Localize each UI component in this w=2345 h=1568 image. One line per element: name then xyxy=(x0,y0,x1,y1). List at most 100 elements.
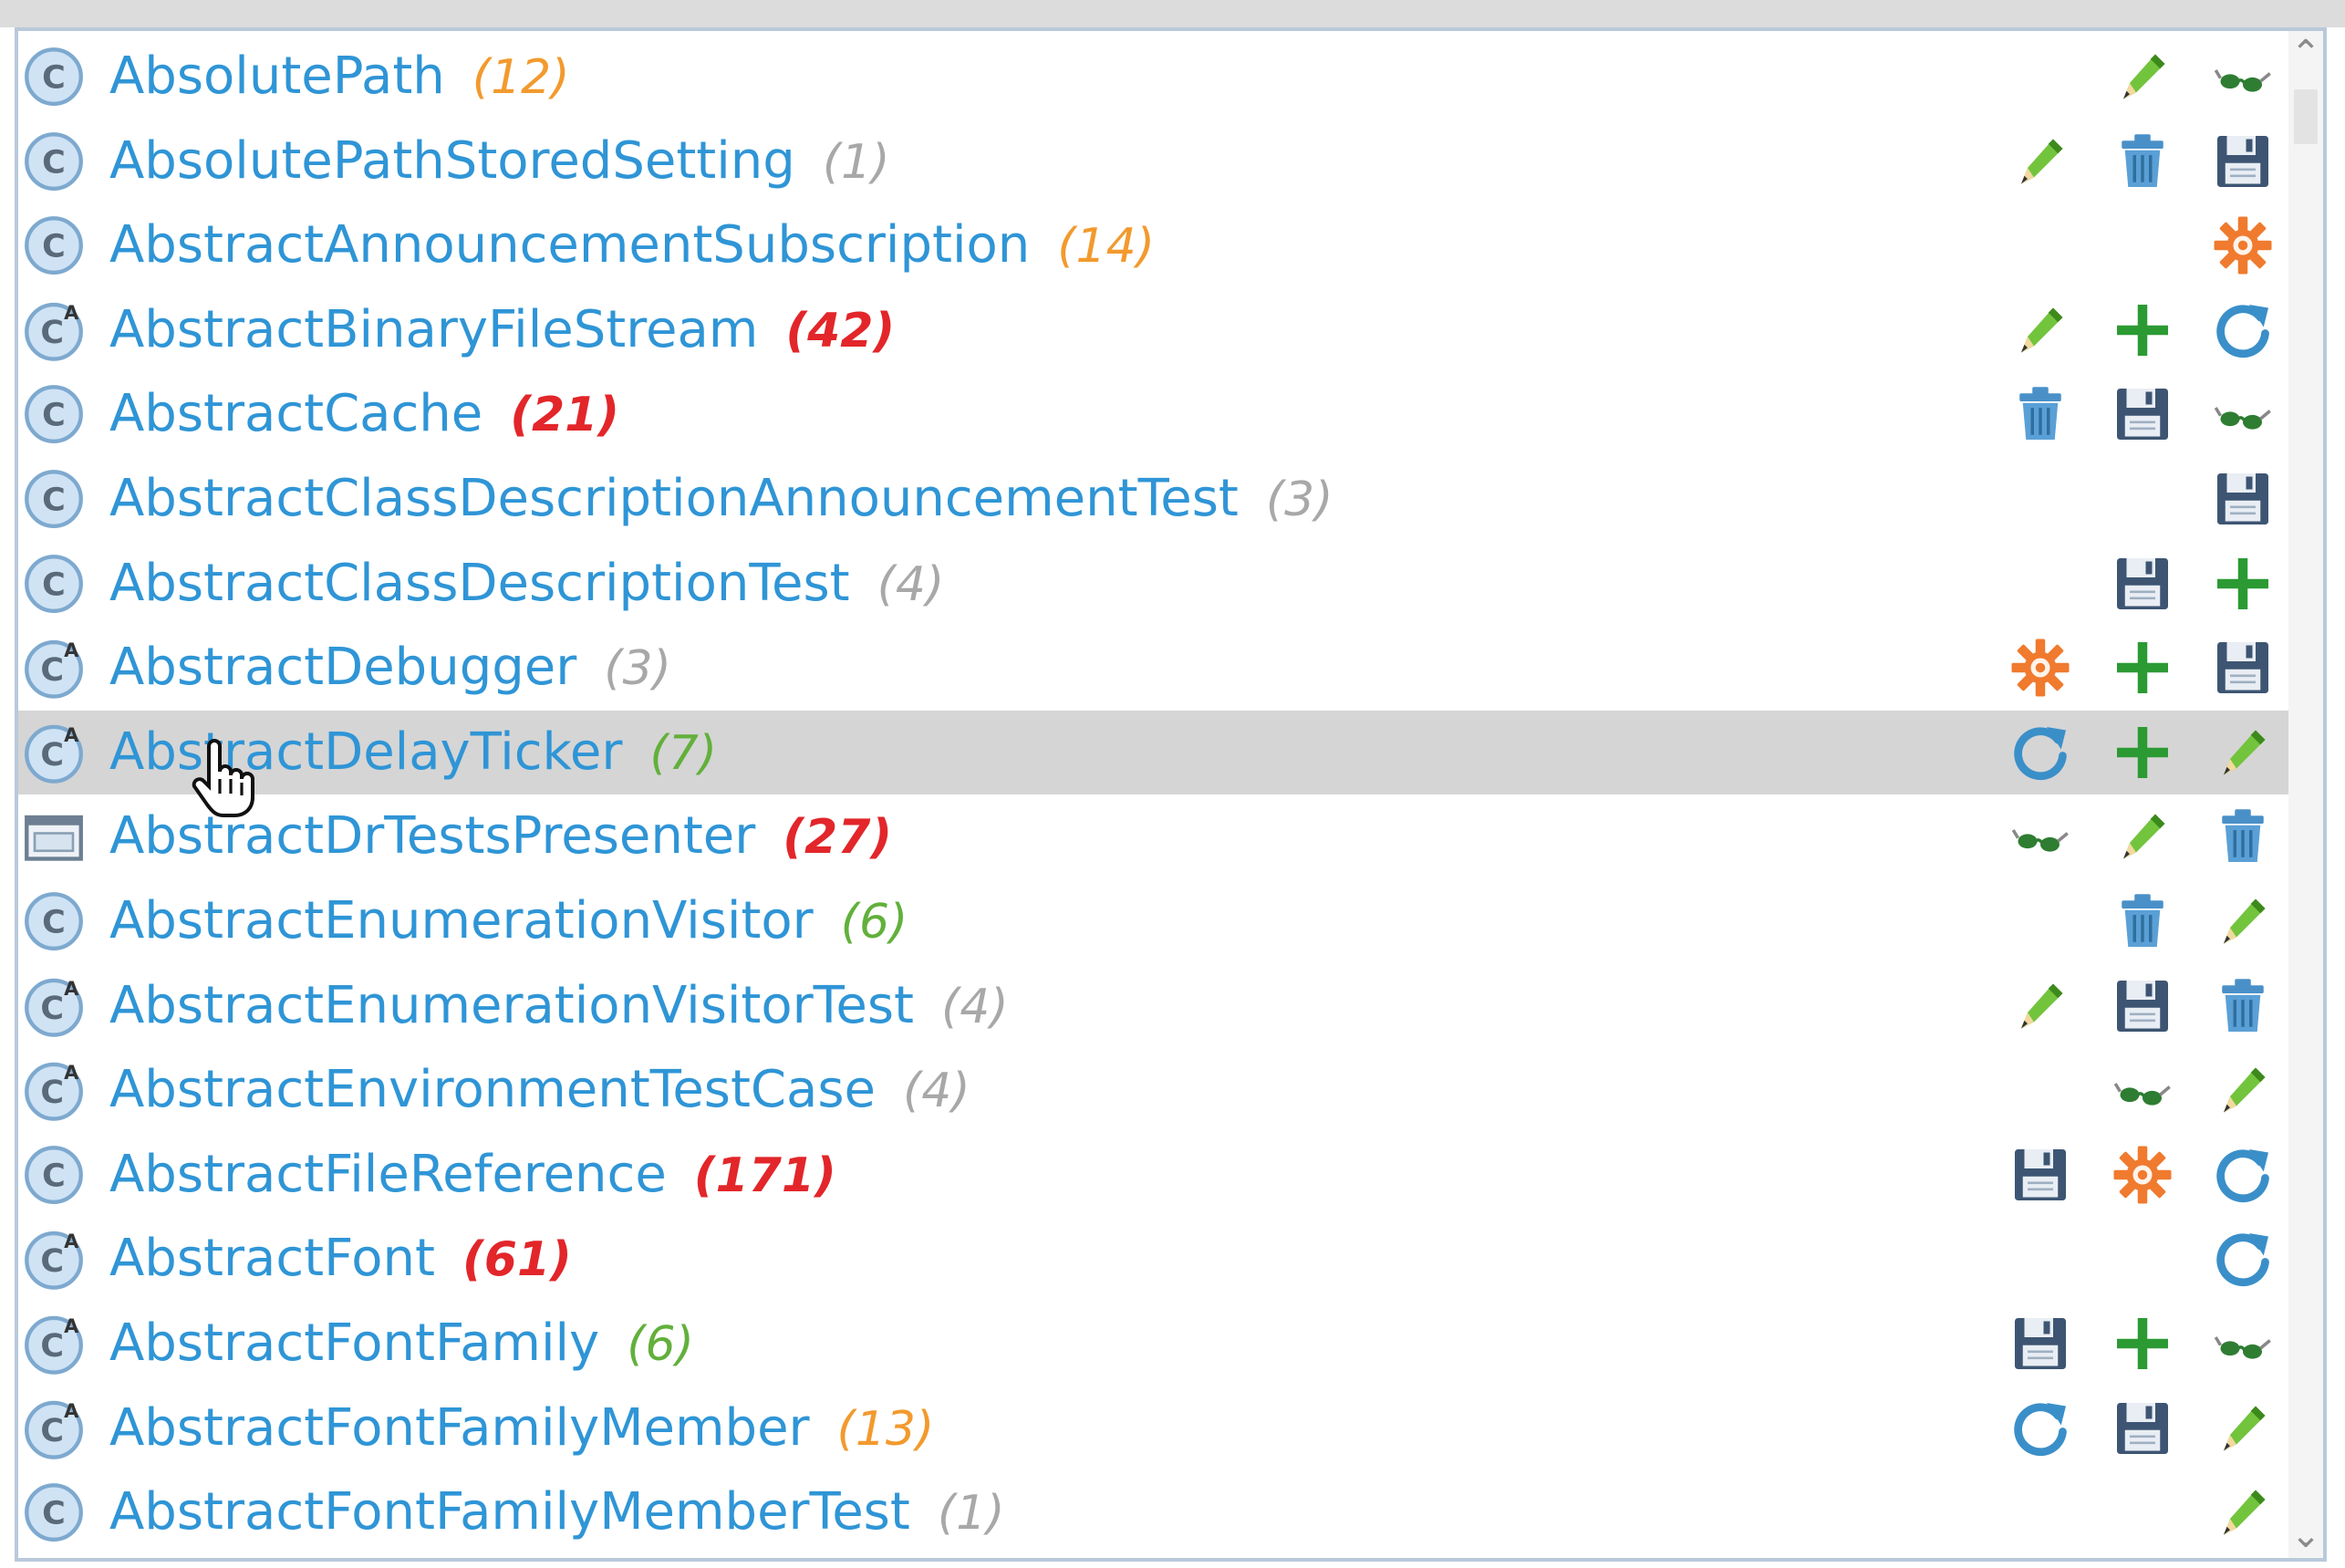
add-icon[interactable] xyxy=(2211,552,2275,616)
edit-pencil-icon[interactable] xyxy=(2211,889,2275,953)
edit-pencil-icon[interactable] xyxy=(2111,45,2174,109)
trash-icon[interactable] xyxy=(2111,889,2174,953)
class-entry[interactable]: AbstractFont (61) xyxy=(109,1217,572,1302)
class-list-item[interactable]: C AbstractClassDescriptionTest (4) xyxy=(18,542,2291,627)
class-name-link[interactable]: AbstractEnumerationVisitor xyxy=(109,891,814,950)
class-entry[interactable]: AbstractFileReference (171) xyxy=(109,1133,836,1218)
class-list-item[interactable]: C AbstractAnnouncementSubscription (14) xyxy=(18,203,2291,288)
class-name-link[interactable]: AbstractEnumerationVisitorTest xyxy=(109,976,914,1035)
class-list-item[interactable]: AbstractDrTestsPresenter (27) xyxy=(18,794,2291,879)
class-entry[interactable]: AbstractDelayTicker (7) xyxy=(109,711,717,795)
class-entry[interactable]: AbstractFontFamilyMember (13) xyxy=(109,1386,934,1471)
edit-pencil-icon[interactable] xyxy=(2008,298,2072,362)
refresh-icon[interactable] xyxy=(2211,1143,2275,1207)
class-name-link[interactable]: AbstractDrTestsPresenter xyxy=(109,806,755,866)
trash-icon[interactable] xyxy=(2008,382,2072,446)
class-list-item[interactable]: C AbstractEnumerationVisitor (6) xyxy=(18,879,2291,964)
edit-pencil-icon[interactable] xyxy=(2211,1058,2275,1122)
add-icon[interactable] xyxy=(2111,636,2174,700)
class-entry[interactable]: AbstractAnnouncementSubscription (14) xyxy=(109,203,1155,288)
class-entry[interactable]: AbsolutePath (12) xyxy=(109,35,570,119)
class-entry[interactable]: AbstractCache (21) xyxy=(109,372,619,457)
class-entry[interactable]: AbstractDebugger (3) xyxy=(109,626,671,711)
class-list-item[interactable]: C A AbstractBinaryFileStream (42) xyxy=(18,288,2291,373)
class-name-link[interactable]: AbstractEnvironmentTestCase xyxy=(109,1060,876,1119)
refresh-icon[interactable] xyxy=(2211,298,2275,362)
save-icon[interactable] xyxy=(2111,1397,2174,1460)
class-name-link[interactable]: AbstractBinaryFileStream xyxy=(109,300,758,359)
class-list-item[interactable]: C AbstractCache (21) xyxy=(18,372,2291,457)
class-entry[interactable]: AbstractBinaryFileStream (42) xyxy=(109,288,895,373)
class-name-link[interactable]: AbstractDelayTicker xyxy=(109,722,622,782)
refresh-icon[interactable] xyxy=(2008,721,2072,784)
class-name-link[interactable]: AbstractClassDescriptionTest xyxy=(109,554,850,613)
glasses-icon[interactable] xyxy=(2008,805,2072,868)
add-icon[interactable] xyxy=(2111,1312,2174,1376)
class-name-link[interactable]: AbsolutePath xyxy=(109,47,445,106)
class-list-item[interactable]: C AbstractClassDescriptionAnnouncementTes… xyxy=(18,457,2291,542)
save-icon[interactable] xyxy=(2211,636,2275,700)
scrollbar-thumb[interactable] xyxy=(2294,89,2318,144)
class-list-item[interactable]: C A AbstractFontFamilyMember (13) xyxy=(18,1386,2291,1471)
save-icon[interactable] xyxy=(2111,382,2174,446)
add-icon[interactable] xyxy=(2111,298,2174,362)
class-list-item[interactable]: C A AbstractDebugger (3) xyxy=(18,626,2291,711)
trash-icon[interactable] xyxy=(2211,805,2275,868)
gear-icon[interactable] xyxy=(2111,1143,2174,1207)
class-name-link[interactable]: AbstractDebugger xyxy=(109,638,576,697)
edit-pencil-icon[interactable] xyxy=(2211,721,2275,784)
class-entry[interactable]: AbstractClassDescriptionTest (4) xyxy=(109,542,944,627)
gear-icon[interactable] xyxy=(2211,213,2275,277)
class-list-item[interactable]: C A AbstractEnumerationVisitorTest (4) xyxy=(18,964,2291,1049)
class-list-item[interactable]: C A AbstractDelayTicker (7) xyxy=(18,710,2291,795)
class-entry[interactable]: AbstractEnumerationVisitorTest (4) xyxy=(109,964,1009,1049)
class-list-item[interactable]: C A AbstractEnvironmentTestCase (4) xyxy=(18,1048,2291,1133)
save-icon[interactable] xyxy=(2211,467,2275,531)
class-list-item[interactable]: C AbsolutePath (12) xyxy=(18,35,2291,119)
class-entry[interactable]: AbstractEnumerationVisitor (6) xyxy=(109,879,908,964)
trash-icon[interactable] xyxy=(2111,130,2174,193)
glasses-icon[interactable] xyxy=(2211,1312,2275,1376)
refresh-icon[interactable] xyxy=(2008,1397,2072,1460)
trash-icon[interactable] xyxy=(2211,974,2275,1038)
save-icon[interactable] xyxy=(2008,1143,2072,1207)
class-name-link[interactable]: AbstractFileReference xyxy=(109,1145,667,1204)
class-name-link[interactable]: AbstractAnnouncementSubscription xyxy=(109,215,1030,275)
class-name-link[interactable]: AbstractFont xyxy=(109,1229,435,1288)
class-name-link[interactable]: AbstractFontFamilyMember xyxy=(109,1398,810,1458)
refresh-icon[interactable] xyxy=(2211,1227,2275,1291)
edit-pencil-icon[interactable] xyxy=(2211,1397,2275,1460)
class-entry[interactable]: AbstractFontFamily (6) xyxy=(109,1302,694,1386)
glasses-icon[interactable] xyxy=(2211,45,2275,109)
class-entry[interactable]: AbsolutePathStoredSetting (1) xyxy=(109,119,890,204)
edit-pencil-icon[interactable] xyxy=(2111,805,2174,868)
scroll-up-arrow-icon[interactable]: ⌃ xyxy=(2288,31,2323,77)
glasses-icon[interactable] xyxy=(2211,382,2275,446)
edit-pencil-icon[interactable] xyxy=(2008,130,2072,193)
glasses-icon[interactable] xyxy=(2111,1058,2174,1122)
scroll-down-arrow-icon[interactable]: ⌄ xyxy=(2288,1512,2323,1558)
class-name-link[interactable]: AbsolutePathStoredSetting xyxy=(109,131,795,191)
add-icon[interactable] xyxy=(2111,721,2174,784)
class-name-link[interactable]: AbstractFontFamilyMemberTest xyxy=(109,1482,910,1542)
class-list-item[interactable]: C A AbstractFontFamily (6) xyxy=(18,1302,2291,1386)
class-list-item[interactable]: C AbstractFileReference (171) xyxy=(18,1133,2291,1218)
gear-icon[interactable] xyxy=(2008,636,2072,700)
save-icon[interactable] xyxy=(2111,974,2174,1038)
edit-pencil-icon[interactable] xyxy=(2008,974,2072,1038)
save-icon[interactable] xyxy=(2211,130,2275,193)
class-list-item[interactable]: C AbstractFontFamilyMemberTest (1) xyxy=(18,1470,2291,1555)
class-entry[interactable]: AbstractClassDescriptionAnnouncementTest… xyxy=(109,457,1333,542)
class-list-item[interactable]: C AbsolutePathStoredSetting (1) xyxy=(18,119,2291,204)
class-entry[interactable]: AbstractDrTestsPresenter (27) xyxy=(109,794,892,879)
class-entry[interactable]: AbstractEnvironmentTestCase (4) xyxy=(109,1048,970,1133)
class-entry[interactable]: AbstractFontFamilyMemberTest (1) xyxy=(109,1470,1005,1555)
class-name-link[interactable]: AbstractClassDescriptionAnnouncementTest xyxy=(109,469,1239,528)
save-icon[interactable] xyxy=(2008,1312,2072,1376)
class-name-link[interactable]: AbstractFontFamily xyxy=(109,1314,599,1373)
save-icon[interactable] xyxy=(2111,552,2174,616)
vertical-scrollbar[interactable]: ⌃ ⌄ xyxy=(2288,31,2323,1558)
edit-pencil-icon[interactable] xyxy=(2211,1480,2275,1544)
class-list-item[interactable]: C A AbstractFont (61) xyxy=(18,1217,2291,1302)
class-name-link[interactable]: AbstractCache xyxy=(109,384,482,443)
